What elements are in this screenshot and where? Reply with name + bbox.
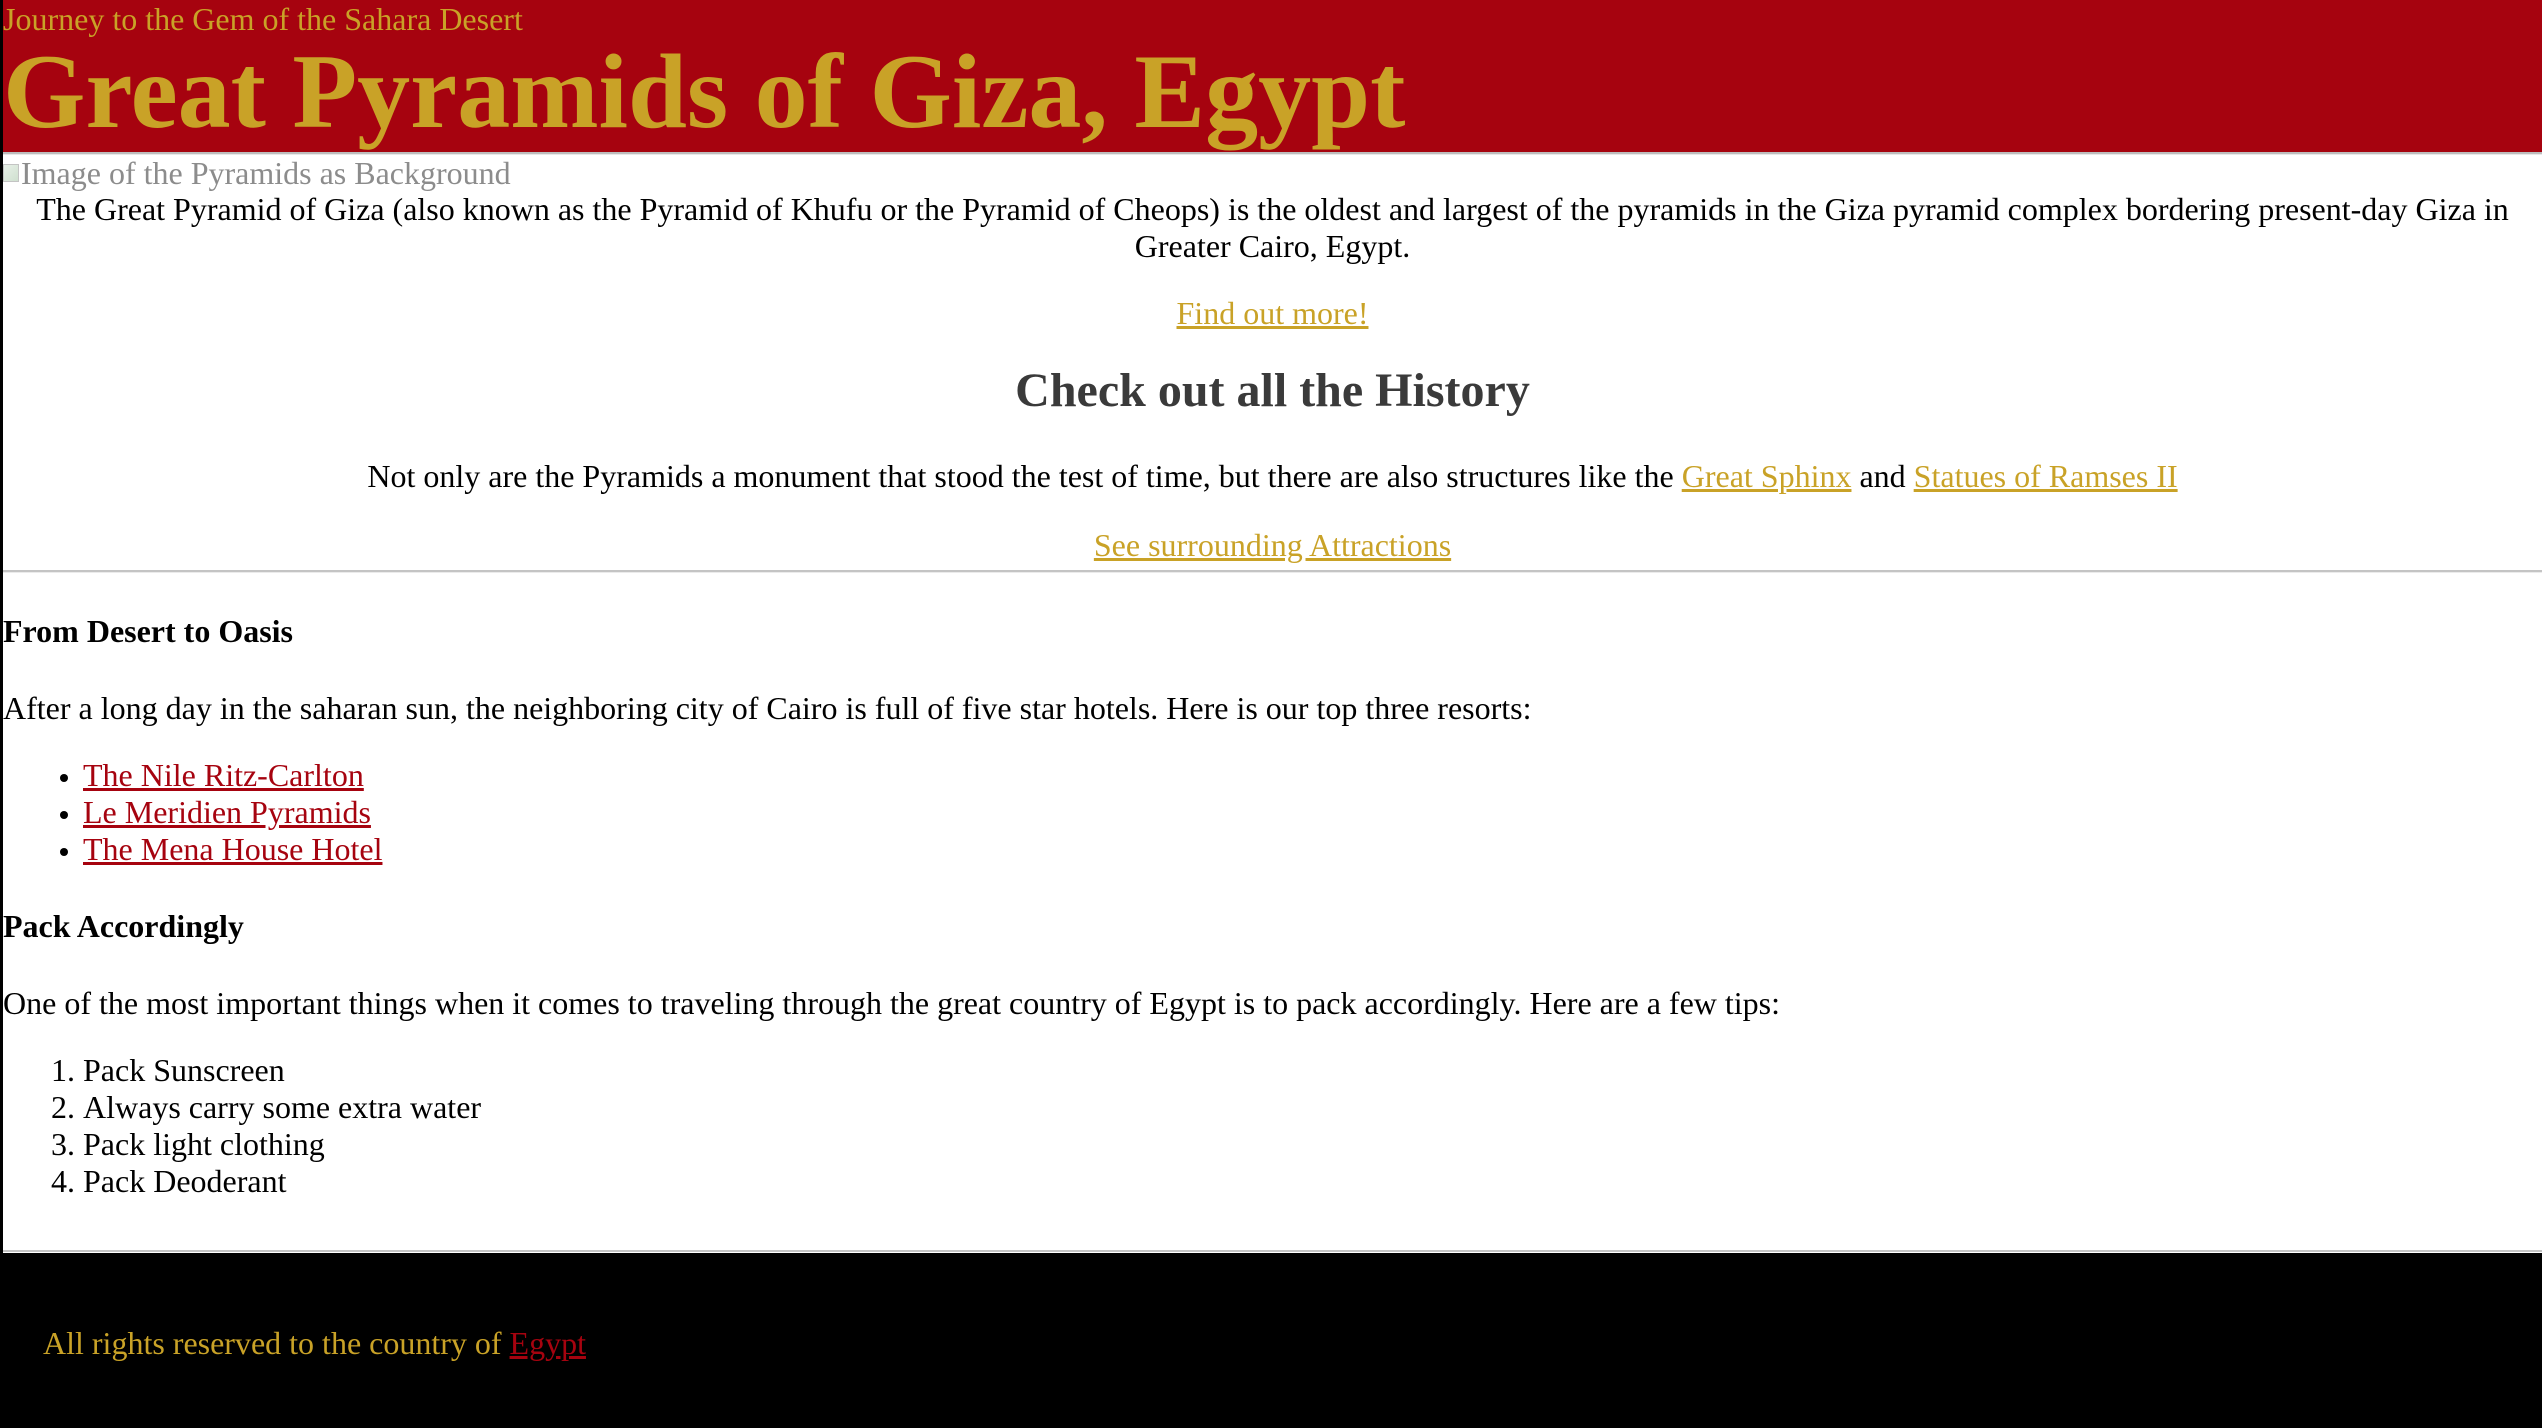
footer-egypt-link[interactable]: Egypt bbox=[510, 1325, 586, 1361]
packing-paragraph: One of the most important things when it… bbox=[3, 985, 1780, 1021]
page: Journey to the Gem of the Sahara Desert … bbox=[0, 0, 2542, 1428]
list-item: Pack Deoderant bbox=[83, 1163, 2542, 1200]
intro-paragraph: The Great Pyramid of Giza (also known as… bbox=[36, 191, 2509, 264]
packing-tips-list: Pack Sunscreen Always carry some extra w… bbox=[3, 1052, 2542, 1200]
footer-copyright: All rights reserved to the country of bbox=[43, 1325, 510, 1361]
section-divider bbox=[3, 570, 2542, 573]
find-more-container: Find out more! bbox=[3, 295, 2542, 332]
footer-text: All rights reserved to the country of Eg… bbox=[43, 1325, 586, 1362]
site-footer: All rights reserved to the country of Eg… bbox=[3, 1253, 2542, 1428]
list-item: Pack Sunscreen bbox=[83, 1052, 2542, 1089]
history-heading: Check out all the History bbox=[1015, 364, 1530, 417]
site-header: Journey to the Gem of the Sahara Desert … bbox=[3, 0, 2542, 152]
great-sphinx-link[interactable]: Great Sphinx bbox=[1682, 458, 1852, 494]
oasis-heading: From Desert to Oasis bbox=[3, 613, 293, 649]
oasis-paragraph: After a long day in the saharan sun, the… bbox=[3, 690, 1532, 726]
history-text-and: and bbox=[1851, 458, 1914, 494]
hotel-list: The Nile Ritz-Carlton Le Meridien Pyrami… bbox=[3, 757, 2542, 868]
list-item: Pack light clothing bbox=[83, 1126, 2542, 1163]
see-attractions-link[interactable]: See surrounding Attractions bbox=[1094, 527, 1451, 563]
hotel-link-mena-house[interactable]: The Mena House Hotel bbox=[83, 831, 382, 867]
list-item: The Nile Ritz-Carlton bbox=[83, 757, 2542, 794]
statues-of-ramses-link[interactable]: Statues of Ramses II bbox=[1914, 458, 2178, 494]
hero-image-alt-text: Image of the Pyramids as Background bbox=[21, 154, 511, 191]
attractions-container: See surrounding Attractions bbox=[3, 527, 2542, 564]
hotel-link-nile-ritz-carlton[interactable]: The Nile Ritz-Carlton bbox=[83, 757, 364, 793]
list-item: Le Meridien Pyramids bbox=[83, 794, 2542, 831]
footer-divider bbox=[3, 1250, 2542, 1252]
list-item: Always carry some extra water bbox=[83, 1089, 2542, 1126]
broken-image-icon bbox=[3, 164, 19, 182]
find-more-link[interactable]: Find out more! bbox=[1177, 295, 1369, 331]
list-item: The Mena House Hotel bbox=[83, 831, 2542, 868]
history-paragraph: Not only are the Pyramids a monument tha… bbox=[3, 458, 2542, 495]
hero-image: Image of the Pyramids as Background bbox=[3, 155, 2542, 191]
page-title: Great Pyramids of Giza, Egypt bbox=[3, 33, 1406, 150]
history-text-before: Not only are the Pyramids a monument tha… bbox=[367, 458, 1682, 494]
packing-heading: Pack Accordingly bbox=[3, 908, 244, 944]
hotel-link-le-meridien-pyramids[interactable]: Le Meridien Pyramids bbox=[83, 794, 371, 830]
